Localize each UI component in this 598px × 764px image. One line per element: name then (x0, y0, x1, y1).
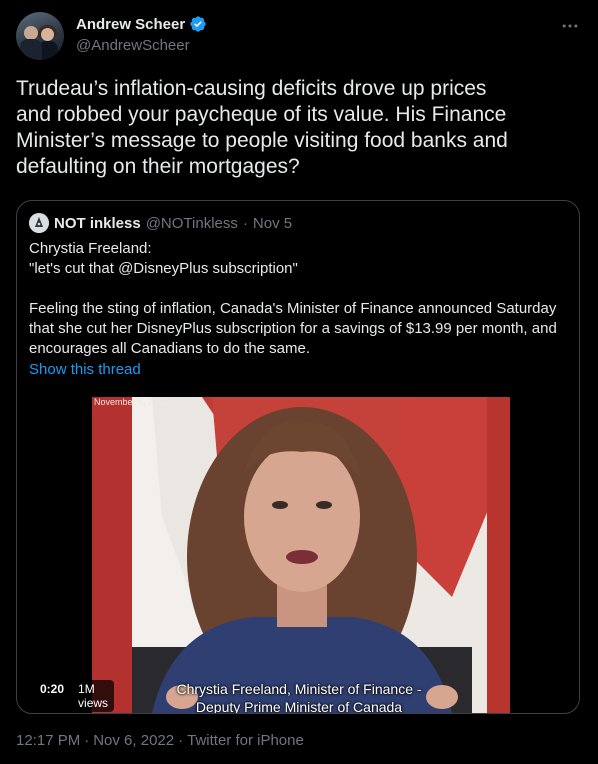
tweet-meta: 12:17 PM · Nov 6, 2022 · Twitter for iPh… (16, 732, 304, 749)
author-avatar[interactable] (16, 12, 64, 60)
more-options-icon[interactable] (560, 16, 580, 36)
author-name[interactable]: Andrew Scheer (76, 16, 185, 33)
tweet-date[interactable]: Nov 6, 2022 (93, 732, 174, 749)
video-duration: 0:20 (40, 682, 65, 696)
quoted-tweet-header: NOT inkless @NOTinkless · Nov 5 (29, 213, 292, 233)
show-thread-link[interactable]: Show this thread (29, 361, 141, 378)
quoted-tweet-date: Nov 5 (252, 214, 293, 232)
video-date-stamp: November 5, 2022 (94, 397, 169, 407)
pen-nib-icon (29, 213, 49, 233)
verified-badge-icon (190, 16, 206, 32)
video-info-badge: 0:20 1M views (34, 680, 115, 712)
video-thumbnail (92, 397, 510, 713)
video-views: 1M views (78, 682, 109, 710)
separator-dot: · (84, 732, 90, 749)
quoted-tweet-text: Chrystia Freeland: "let's cut that @Disn… (29, 240, 557, 357)
author-handle[interactable]: @AndrewScheer (76, 37, 190, 54)
quoted-author-avatar (29, 213, 49, 233)
video-caption: Chrystia Freeland, Minister of Finance -… (176, 681, 422, 713)
video-player[interactable]: November 5, 2022 Chrystia Freeland, Mini… (92, 397, 510, 713)
quoted-author-handle: @NOTinkless (145, 214, 238, 232)
tweet-text: Trudeau’s inflation-causing deficits dro… (16, 77, 508, 178)
separator-dot: · (178, 732, 184, 749)
quoted-tweet[interactable]: NOT inkless @NOTinkless · Nov 5 Chrystia… (16, 200, 580, 714)
separator-dot: · (242, 214, 248, 232)
author-name-row[interactable]: Andrew Scheer (76, 15, 207, 33)
tweet-source[interactable]: Twitter for iPhone (187, 732, 304, 749)
tweet-time[interactable]: 12:17 PM (16, 732, 80, 749)
quoted-author-name: NOT inkless (54, 214, 141, 232)
